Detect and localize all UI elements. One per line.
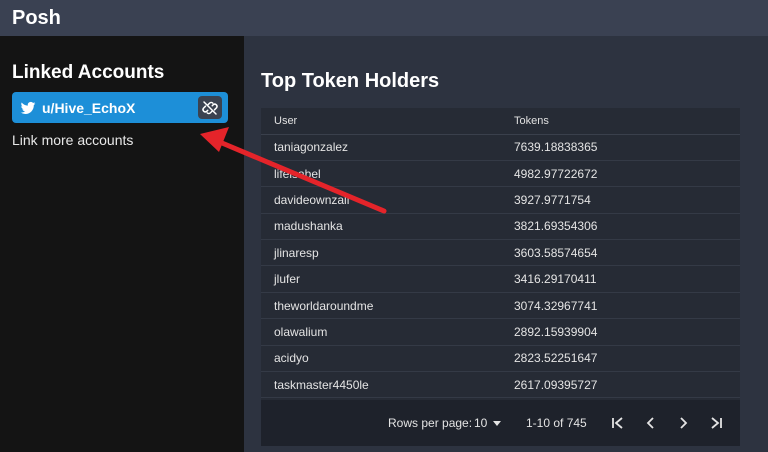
table-row[interactable]: jlinaresp 3603.58574654 [261,239,740,267]
pagination-range: 1-10 of 745 [526,416,587,430]
chevron-right-icon [680,417,688,429]
first-page-button[interactable] [608,413,628,433]
table-header-row: User Tokens [261,108,740,135]
tokens-cell: 3416.29170411 [514,265,740,293]
table-row[interactable]: lifeisabel 4982.97722672 [261,160,740,188]
table-row[interactable]: taniagonzalez 7639.18838365 [261,134,740,161]
last-page-button[interactable] [706,413,726,433]
user-cell: madushanka [261,213,514,241]
tokens-cell: 3927.9771754 [514,186,740,214]
user-cell: acidyo [261,345,514,373]
table-row[interactable]: acidyo 2823.52251647 [261,345,740,373]
rows-per-page-label: Rows per page: [388,416,473,430]
unlink-account-button[interactable] [198,96,222,119]
linked-account-button[interactable]: u/Hive_EchoX [12,92,228,123]
unlink-icon [202,100,218,115]
column-header-tokens[interactable]: Tokens [514,108,740,135]
user-cell: theworldaroundme [261,292,514,320]
linked-accounts-heading: Linked Accounts [12,62,165,83]
first-page-icon [612,417,623,429]
column-header-user[interactable]: User [261,108,514,135]
tokens-cell: 3603.58574654 [514,239,740,267]
top-app-bar: Posh [0,0,768,36]
next-page-button[interactable] [673,413,693,433]
table-row[interactable]: davideownzall 3927.9771754 [261,186,740,214]
token-holders-table-card: User Tokens taniagonzalez 7639.18838365 l… [261,108,740,446]
table-row[interactable]: jlufer 3416.29170411 [261,265,740,293]
tokens-cell: 3821.69354306 [514,213,740,241]
user-cell: jlinaresp [261,239,514,267]
user-cell: olawalium [261,318,514,346]
table-row[interactable]: taskmaster4450le 2617.09395727 [261,371,740,399]
table-row[interactable]: madushanka 3821.69354306 [261,213,740,241]
link-more-accounts-link[interactable]: Link more accounts [12,132,133,148]
tokens-cell: 3074.32967741 [514,292,740,320]
last-page-icon [711,417,722,429]
table-row[interactable]: olawalium 2892.15939904 [261,318,740,346]
tokens-cell: 2617.09395727 [514,371,740,399]
dropdown-caret-icon [493,420,502,426]
tokens-cell: 2823.52251647 [514,345,740,373]
user-cell: taniagonzalez [261,134,514,161]
tokens-cell: 2892.15939904 [514,318,740,346]
table-pagination: Rows per page: 10 1-10 of 745 [261,400,740,446]
rows-per-page-value: 10 [474,416,488,430]
sidebar: Linked Accounts u/Hive_EchoX Link more a… [0,36,244,452]
account-name: u/Hive_EchoX [42,99,136,116]
previous-page-button[interactable] [641,413,661,433]
user-cell: jlufer [261,265,514,293]
tokens-cell: 7639.18838365 [514,134,740,161]
token-holders-table: User Tokens taniagonzalez 7639.18838365 l… [261,108,740,399]
tokens-cell: 4982.97722672 [514,160,740,188]
page-title: Top Token Holders [261,70,440,92]
twitter-bird-icon [20,100,36,116]
table-row[interactable]: theworldaroundme 3074.32967741 [261,292,740,320]
user-cell: taskmaster4450le [261,371,514,399]
user-cell: lifeisabel [261,160,514,188]
main-content: Top Token Holders User Tokens taniagonza… [244,36,768,452]
app-title[interactable]: Posh [12,7,61,30]
user-cell: davideownzall [261,186,514,214]
rows-per-page-select[interactable]: 10 [474,416,502,430]
chevron-left-icon [646,417,654,429]
